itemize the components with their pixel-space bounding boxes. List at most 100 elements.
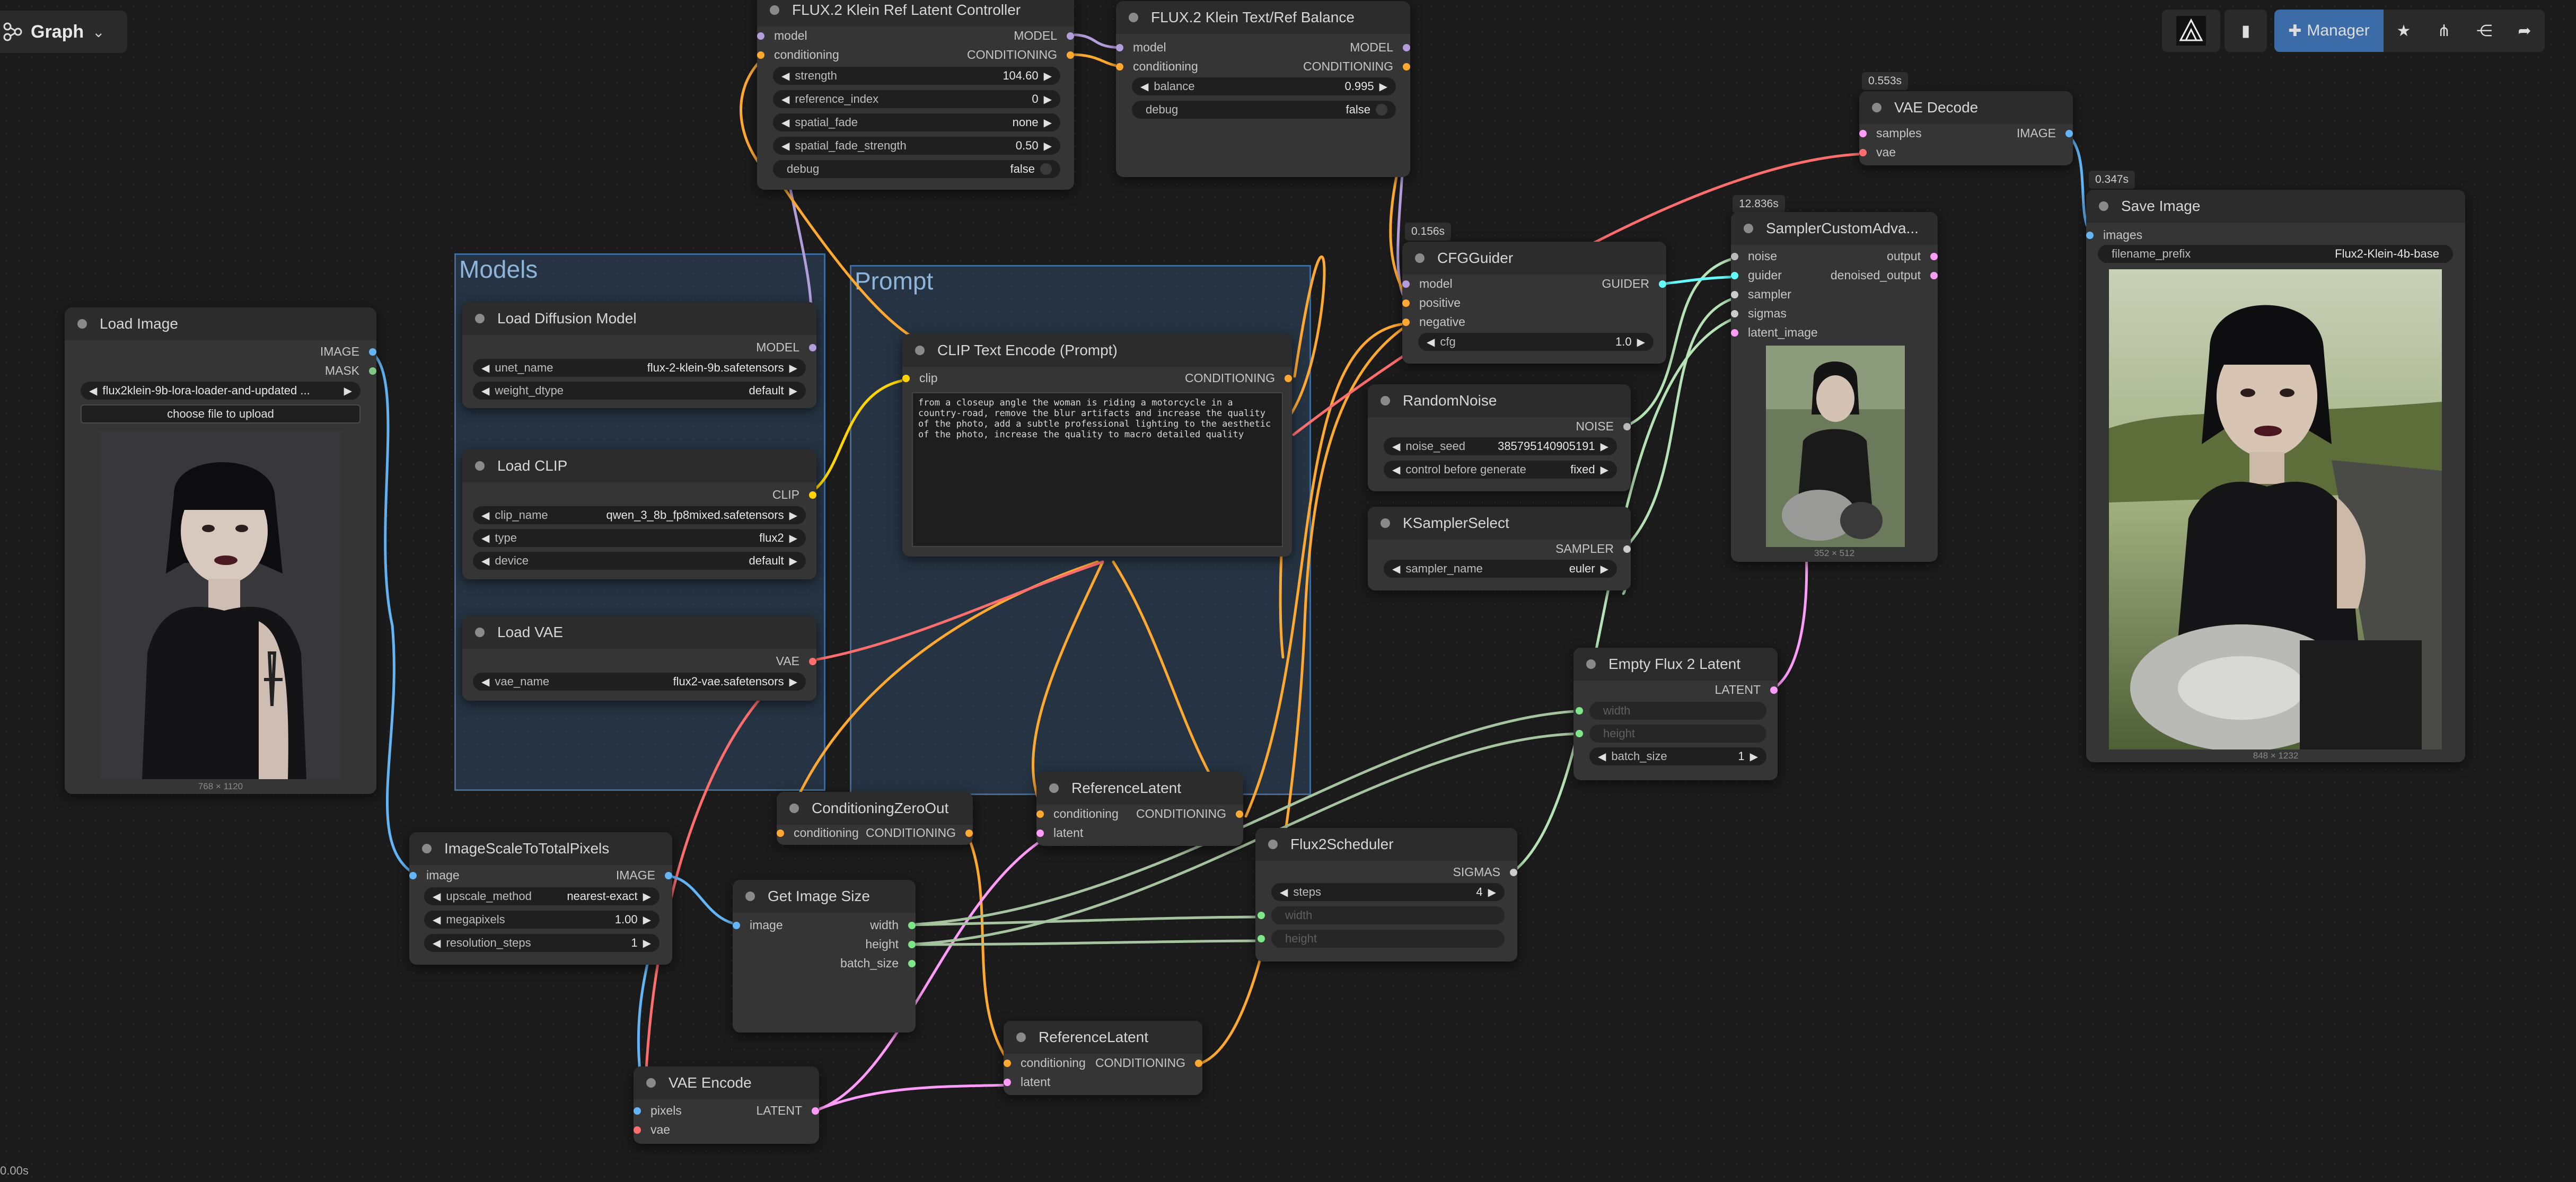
node-title-bar[interactable]: VAE Decode	[1859, 91, 2073, 124]
widget-clip-type[interactable]: ◀ type flux2 ▶	[473, 529, 806, 547]
arrow-left-icon[interactable]: ◀	[481, 554, 489, 568]
node-cfg-guider[interactable]: CFGGuider model GUIDER positive negative…	[1402, 242, 1666, 364]
arrow-left-icon[interactable]: ◀	[781, 139, 789, 153]
input-port[interactable]	[634, 1126, 641, 1134]
output-guider[interactable]: GUIDER	[1602, 277, 1666, 291]
share-button[interactable]: ➦	[2504, 10, 2545, 52]
output-port[interactable]	[1067, 51, 1074, 59]
output-model[interactable]: MODEL	[756, 340, 816, 355]
collapse-dot[interactable]	[475, 461, 485, 471]
input-image[interactable]: image	[733, 918, 783, 932]
node-title-bar[interactable]: Load Image	[65, 307, 376, 340]
input-image[interactable]: image	[409, 868, 460, 883]
arrow-right-icon[interactable]: ▶	[1637, 336, 1645, 349]
app-logo-button[interactable]	[2162, 10, 2220, 52]
node-title-bar[interactable]: ImageScaleToTotalPixels	[409, 832, 672, 865]
collapse-dot[interactable]	[915, 346, 925, 355]
output-port[interactable]	[1659, 280, 1666, 288]
output-conditioning[interactable]: CONDITIONING	[866, 826, 973, 840]
input-port[interactable]	[1576, 707, 1583, 715]
input-port[interactable]	[733, 921, 740, 929]
node-title-bar[interactable]: VAE Encode	[634, 1066, 819, 1099]
input-model[interactable]: model	[1116, 40, 1166, 55]
collapse-dot[interactable]	[1268, 840, 1278, 849]
output-vae[interactable]: VAE	[776, 654, 816, 668]
input-latent-image[interactable]: latent_image	[1731, 325, 1818, 340]
input-images[interactable]: images	[2086, 228, 2142, 242]
arrow-right-icon[interactable]: ▶	[789, 554, 797, 568]
output-clip[interactable]: CLIP	[772, 488, 816, 502]
arrow-right-icon[interactable]: ▶	[643, 913, 651, 927]
widget-clip-device[interactable]: ◀ device default ▶	[473, 552, 806, 570]
output-latent[interactable]: LATENT	[1715, 683, 1778, 697]
input-port[interactable]	[1731, 329, 1738, 337]
output-latent[interactable]: LATENT	[757, 1104, 819, 1118]
input-port[interactable]	[1402, 318, 1410, 326]
widget-balance[interactable]: ◀ balance 0.995 ▶	[1132, 77, 1396, 95]
output-port[interactable]	[908, 959, 916, 967]
node-conditioning-zero-out[interactable]: ConditioningZeroOut conditioning CONDITI…	[777, 792, 973, 845]
arrow-right-icon[interactable]: ▶	[1601, 463, 1608, 477]
widget-image-select[interactable]: ◀ flux2klein-9b-lora-loader-and-updated .…	[81, 382, 361, 400]
output-batch-size[interactable]: batch_size	[840, 956, 916, 971]
widget-strength[interactable]: ◀ strength 104.60 ▶	[773, 67, 1060, 85]
node-title-bar[interactable]: ReferenceLatent	[1036, 772, 1243, 805]
graph-tab[interactable]: Graph ⌄	[0, 11, 127, 53]
output-conditioning[interactable]: CONDITIONING	[1185, 371, 1292, 385]
arrow-left-icon[interactable]: ◀	[89, 384, 97, 398]
widget-width-linked[interactable]: width	[1258, 906, 1505, 924]
upload-button[interactable]: choose file to upload	[81, 404, 361, 424]
collapse-dot[interactable]	[745, 892, 755, 901]
input-port[interactable]	[1576, 730, 1583, 737]
arrow-left-icon[interactable]: ◀	[433, 937, 441, 950]
input-port[interactable]	[1402, 280, 1410, 288]
node-flux2-scheduler[interactable]: Flux2Scheduler SIGMAS ◀ steps 4 ▶ width hei…	[1255, 828, 1517, 962]
arrow-left-icon[interactable]: ◀	[1392, 562, 1400, 576]
toggle-off-icon[interactable]	[1040, 163, 1052, 175]
collapse-dot[interactable]	[475, 314, 485, 323]
input-port[interactable]	[1402, 299, 1410, 307]
input-conditioning[interactable]: conditioning	[757, 48, 839, 62]
widget-cfg[interactable]: ◀ cfg 1.0 ▶	[1418, 333, 1654, 351]
arrow-right-icon[interactable]: ▶	[1044, 93, 1052, 106]
arrow-right-icon[interactable]: ▶	[789, 675, 797, 689]
output-port[interactable]	[369, 348, 376, 356]
widget-filename-prefix[interactable]: filename_prefix Flux2-Klein-4b-base	[2098, 245, 2453, 263]
arrow-right-icon[interactable]: ▶	[344, 384, 352, 398]
node-load-clip[interactable]: Load CLIP CLIP ◀ clip_name qwen_3_8b_fp8mi…	[462, 449, 816, 579]
arrow-left-icon[interactable]: ◀	[433, 890, 441, 903]
input-sampler[interactable]: sampler	[1731, 287, 1791, 302]
arrow-right-icon[interactable]: ▶	[1379, 80, 1387, 93]
arrow-right-icon[interactable]: ▶	[1044, 69, 1052, 83]
collapse-dot[interactable]	[1744, 224, 1753, 233]
input-negative[interactable]: negative	[1402, 315, 1465, 329]
node-title-bar[interactable]: Load VAE	[462, 616, 816, 649]
node-text-ref-balance[interactable]: FLUX.2 Klein Text/Ref Balance model MODE…	[1116, 1, 1410, 177]
widget-megapixels[interactable]: ◀ megapixels 1.00 ▶	[424, 911, 660, 929]
node-title-bar[interactable]: RandomNoise	[1368, 384, 1631, 417]
output-port[interactable]	[1236, 810, 1243, 818]
collapse-dot[interactable]	[422, 844, 432, 853]
manager-button[interactable]: ✚ Manager	[2274, 10, 2384, 52]
arrow-right-icon[interactable]: ▶	[1601, 440, 1608, 453]
widget-upscale-method[interactable]: ◀ upscale_method nearest-exact ▶	[424, 887, 660, 905]
node-clip-text-encode[interactable]: CLIP Text Encode (Prompt) clip CONDITION…	[902, 334, 1292, 557]
input-port[interactable]	[1036, 810, 1044, 818]
input-port[interactable]	[777, 829, 784, 837]
output-conditioning[interactable]: CONDITIONING	[1095, 1056, 1202, 1070]
arrow-left-icon[interactable]: ◀	[1427, 336, 1435, 349]
node-title-bar[interactable]: Empty Flux 2 Latent	[1573, 648, 1778, 681]
node-reference-latent-b[interactable]: ReferenceLatent conditioning CONDITIONIN…	[1004, 1021, 1202, 1095]
input-port[interactable]	[1859, 148, 1867, 156]
widget-sampler-name[interactable]: ◀ sampler_name euler ▶	[1384, 560, 1617, 578]
output-port[interactable]	[1195, 1059, 1202, 1067]
collapse-dot[interactable]	[770, 5, 779, 15]
arrow-right-icon[interactable]: ▶	[789, 384, 797, 398]
input-latent[interactable]: latent	[1004, 1075, 1050, 1089]
input-port[interactable]	[1116, 43, 1123, 51]
collapse-dot[interactable]	[646, 1078, 656, 1088]
output-noise[interactable]: NOISE	[1576, 419, 1631, 434]
collapse-dot[interactable]	[475, 628, 485, 637]
input-port[interactable]	[1258, 935, 1265, 942]
input-port[interactable]	[1731, 252, 1738, 260]
